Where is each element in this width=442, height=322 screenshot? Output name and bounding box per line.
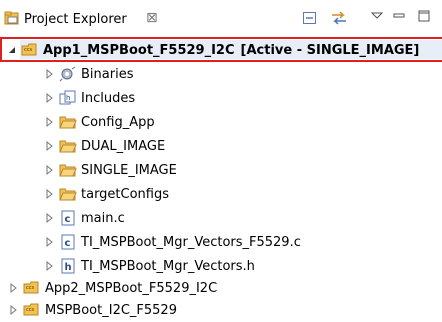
tree-item-dual-image[interactable]: DUAL_IMAGE bbox=[44, 135, 165, 157]
minimize-icon[interactable] bbox=[393, 10, 409, 26]
collapsed-arrow-icon[interactable] bbox=[44, 116, 56, 128]
includes-icon: h bbox=[59, 90, 77, 106]
folder-icon bbox=[59, 114, 77, 130]
tree-item-app1-project[interactable]: ccs App1_MSPBoot_F5529_I2C [Active - SIN… bbox=[6, 39, 419, 61]
maximize-icon[interactable] bbox=[418, 10, 434, 26]
tree-item-main-c[interactable]: c main.c bbox=[44, 207, 125, 229]
tree-item-label: Binaries bbox=[81, 66, 134, 82]
tree-item-mspboot-project[interactable]: ccs MSPBoot_I2C_F5529 bbox=[8, 299, 177, 321]
tree-item-label: DUAL_IMAGE bbox=[81, 138, 166, 154]
collapse-all-icon[interactable] bbox=[302, 10, 318, 26]
expanded-arrow-icon[interactable] bbox=[6, 44, 18, 56]
folder-icon bbox=[59, 186, 77, 202]
collapsed-arrow-icon[interactable] bbox=[44, 68, 56, 80]
tree-item-binaries[interactable]: Binaries bbox=[44, 63, 133, 85]
tree-item-vectors-c[interactable]: c TI_MSPBoot_Mgr_Vectors_F5529.c bbox=[44, 231, 301, 253]
tree-item-label: MSPBoot_I2C_F5529 bbox=[45, 302, 177, 318]
folder-icon bbox=[59, 162, 77, 178]
tab-project-explorer[interactable]: Project Explorer bbox=[24, 12, 127, 27]
svg-text:ccs: ccs bbox=[26, 307, 34, 313]
project-status: [Active - SINGLE_IMAGE] bbox=[240, 42, 420, 58]
tree-item-label: App2_MSPBoot_F5529_I2C bbox=[45, 280, 218, 296]
collapsed-arrow-icon[interactable] bbox=[44, 260, 56, 272]
ccs-project-icon: ccs bbox=[23, 302, 41, 318]
svg-text:c: c bbox=[65, 238, 71, 249]
ccs-project-icon: ccs bbox=[23, 280, 41, 296]
tree-item-label: Config_App bbox=[81, 114, 155, 130]
project-explorer-icon bbox=[4, 11, 20, 26]
tree-item-includes[interactable]: h Includes bbox=[44, 87, 135, 109]
view-menu-icon[interactable] bbox=[370, 10, 387, 26]
c-file-icon: c bbox=[59, 234, 77, 250]
link-with-editor-icon[interactable] bbox=[330, 10, 346, 26]
folder-icon bbox=[59, 138, 77, 154]
close-tab-icon[interactable]: ⊠ bbox=[146, 10, 158, 26]
collapsed-arrow-icon[interactable] bbox=[44, 212, 56, 224]
binaries-icon bbox=[59, 66, 77, 82]
collapsed-arrow-icon[interactable] bbox=[8, 282, 20, 294]
project-name: App1_MSPBoot_F5529_I2C bbox=[43, 42, 235, 58]
c-file-icon: c bbox=[59, 210, 77, 226]
svg-text:ccs: ccs bbox=[26, 285, 34, 291]
collapsed-arrow-icon[interactable] bbox=[8, 304, 20, 316]
tree-item-label: targetConfigs bbox=[81, 186, 170, 202]
tree-item-label: SINGLE_IMAGE bbox=[81, 162, 177, 178]
tree-item-label: Includes bbox=[81, 90, 136, 106]
collapsed-arrow-icon[interactable] bbox=[44, 188, 56, 200]
h-file-icon: h bbox=[59, 258, 77, 274]
view-header: Project Explorer ⊠ bbox=[0, 0, 442, 36]
tree-item-target-configs[interactable]: targetConfigs bbox=[44, 183, 169, 205]
tree-item-single-image[interactable]: SINGLE_IMAGE bbox=[44, 159, 177, 181]
collapsed-arrow-icon[interactable] bbox=[44, 236, 56, 248]
tree-item-config-app[interactable]: Config_App bbox=[44, 111, 155, 133]
svg-text:h: h bbox=[66, 94, 70, 102]
collapsed-arrow-icon[interactable] bbox=[44, 164, 56, 176]
svg-text:c: c bbox=[65, 214, 71, 225]
tree-item-app2-project[interactable]: ccs App2_MSPBoot_F5529_I2C bbox=[8, 277, 217, 299]
tree-item-vectors-h[interactable]: h TI_MSPBoot_Mgr_Vectors.h bbox=[44, 255, 255, 277]
ccs-project-icon: ccs bbox=[21, 42, 39, 58]
collapsed-arrow-icon[interactable] bbox=[44, 140, 56, 152]
tree-item-label: main.c bbox=[81, 210, 125, 226]
tree-item-label: TI_MSPBoot_Mgr_Vectors_F5529.c bbox=[81, 234, 301, 250]
tree-item-label: TI_MSPBoot_Mgr_Vectors.h bbox=[81, 258, 255, 274]
svg-text:h: h bbox=[65, 262, 72, 273]
svg-text:ccs: ccs bbox=[24, 47, 32, 53]
collapsed-arrow-icon[interactable] bbox=[44, 92, 56, 104]
